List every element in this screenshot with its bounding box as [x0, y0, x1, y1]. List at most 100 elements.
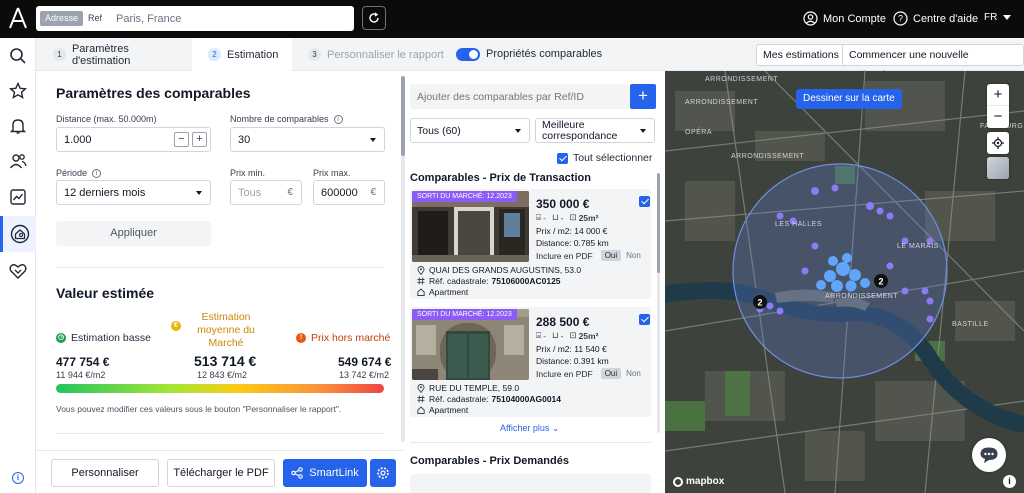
comparable-checkbox[interactable] — [639, 196, 650, 207]
sort-value: Meilleure correspondance — [542, 118, 618, 142]
map-area-label: LES HALLES — [775, 221, 823, 228]
locate-button[interactable] — [987, 132, 1009, 154]
chart-line-icon — [10, 189, 26, 205]
comparable-distance: Distance: 0.785 km — [536, 238, 609, 248]
home-estimation-icon — [10, 224, 29, 244]
comparable-price-sqm: Prix / m2: 14 000 € — [536, 226, 608, 236]
include-pdf-no[interactable]: Non — [626, 251, 641, 260]
comparable-features: ⌸ - ⊔ - ⊡ 25m² — [536, 212, 598, 223]
info-icon[interactable]: i — [92, 168, 102, 178]
sidebar-item-deals[interactable] — [6, 259, 30, 283]
handshake-icon — [9, 264, 27, 279]
select-all-checkbox[interactable] — [557, 152, 568, 164]
search-mode-ref[interactable]: Ref — [88, 11, 102, 26]
add-comparable-input[interactable] — [410, 84, 630, 109]
bed-icon: ⌸ — [536, 212, 542, 222]
include-pdf-yes[interactable]: Oui — [600, 368, 622, 379]
include-pdf: Inclure en PDF Oui Non — [536, 250, 641, 261]
distance-increment[interactable]: + — [192, 132, 207, 147]
filter-select[interactable]: Tous (60) — [410, 118, 530, 143]
comparables-toggle[interactable] — [456, 48, 480, 61]
address-input[interactable] — [116, 9, 346, 28]
sidebar-item-analytics[interactable] — [6, 185, 30, 209]
chevron-down-icon — [196, 191, 202, 195]
bath-icon: ⊔ — [551, 212, 559, 222]
map-info-icon[interactable]: i — [1003, 475, 1016, 488]
map-area-label: OPÉRA — [685, 129, 713, 136]
map-area-label: ARRONDISSEMENT — [731, 153, 805, 160]
step-number: 2 — [208, 48, 221, 61]
sidebar-item-search[interactable] — [6, 44, 30, 68]
property-photo: SORTI DU MARCHÉ: 12.2023 — [412, 191, 529, 262]
home-icon — [417, 406, 425, 414]
language-value: FR — [984, 12, 998, 23]
info-icon[interactable]: i — [333, 114, 343, 124]
chevron-down-icon — [1003, 15, 1012, 20]
apply-button[interactable]: Appliquer — [56, 221, 211, 246]
map-cluster-count[interactable]: 2 — [878, 277, 883, 287]
info-icon[interactable]: i — [12, 472, 24, 484]
price-min-field[interactable]: Tous € — [230, 180, 302, 205]
show-more-link[interactable]: Afficher plus ⌄ — [500, 423, 559, 434]
high-estimate-sqm: 13 742 €/m2 — [339, 370, 390, 380]
distance-field[interactable]: 1.000 − + — [56, 127, 211, 152]
download-pdf-button[interactable]: Télécharger le PDF — [167, 459, 275, 487]
sort-select[interactable]: Meilleure correspondance — [535, 118, 655, 143]
map-view[interactable]: 2 2 ARRONDISSEMENT ARRONDISSEMENT OPÉRA … — [665, 71, 1024, 493]
gear-icon — [377, 467, 389, 479]
share-icon — [291, 467, 303, 479]
map-area-label: ARRONDISSEMENT — [705, 76, 779, 83]
comparable-card[interactable]: SORTI DU MARCHÉ: 12.2023 350 000 € ⌸ - ⊔… — [410, 189, 651, 299]
app-logo[interactable] — [8, 7, 28, 29]
map-area-label: LE MARAIS — [897, 243, 939, 250]
sidebar-item-alerts[interactable] — [6, 114, 30, 138]
map-style-button[interactable] — [987, 157, 1009, 179]
price-max-field[interactable]: 600000 € — [313, 180, 385, 205]
comparables-count-label: Nombre de comparables i — [230, 114, 343, 124]
zoom-out-button[interactable]: − — [987, 106, 1009, 128]
refresh-button[interactable] — [362, 6, 386, 30]
price-max-value: 600000 — [321, 186, 358, 199]
bath-icon: ⊔ — [551, 330, 559, 340]
mid-estimate-sqm: 12 843 €/m2 — [197, 370, 248, 380]
smartlink-button[interactable]: SmartLink — [283, 459, 367, 487]
distance-value: 1.000 — [64, 133, 92, 146]
tab-customize-report[interactable]: 3 Personnaliser le rapport — [294, 38, 444, 71]
my-estimations-button[interactable]: Mes estimations — [756, 44, 846, 66]
price-min-label: Prix min. — [230, 168, 266, 178]
help-link[interactable]: ? Centre d'aide — [893, 11, 978, 26]
select-all[interactable]: Tout sélectionner — [557, 152, 652, 164]
comparables-params-title: Paramètres des comparables — [56, 85, 251, 101]
language-selector[interactable]: FR — [984, 12, 1012, 23]
search-mode-address[interactable]: Adresse — [40, 11, 84, 26]
comparables-count-select[interactable]: 30 — [230, 127, 385, 152]
comparable-address: RUE DU TEMPLE, 59.0 — [417, 383, 519, 393]
rooms-value: - — [543, 330, 546, 341]
map-cluster-count[interactable]: 2 — [757, 298, 762, 308]
new-estimation-button[interactable]: Commencer une nouvelle estimation — [842, 44, 1024, 81]
tab-estimation-parameters[interactable]: 1 Paramètres d'estimation — [36, 38, 190, 71]
steps-bar: 1 Paramètres d'estimation 2 Estimation 3… — [36, 38, 1024, 81]
customize-button[interactable]: Personnaliser — [51, 459, 159, 487]
account-link[interactable]: Mon Compte — [803, 11, 886, 26]
comparable-checkbox[interactable] — [639, 314, 650, 325]
chat-button[interactable] — [972, 438, 1006, 472]
sidebar-item-users[interactable] — [6, 149, 30, 173]
zoom-in-button[interactable]: + — [987, 84, 1009, 106]
distance-decrement[interactable]: − — [174, 132, 189, 147]
comparable-distance: Distance: 0.391 km — [536, 356, 609, 366]
add-comparable-button[interactable]: + — [630, 84, 656, 109]
comparables-scrollbar[interactable] — [657, 173, 660, 433]
sidebar-item-estimation[interactable] — [0, 216, 36, 252]
include-pdf-yes[interactable]: Oui — [600, 250, 622, 261]
comparable-card[interactable]: SORTI DU MARCHÉ: 12.2023 288 500 € ⌸ - ⊔… — [410, 307, 651, 417]
comparable-card[interactable] — [410, 474, 651, 493]
help-icon: ? — [893, 11, 908, 26]
period-select[interactable]: 12 derniers mois — [56, 180, 211, 205]
smartlink-settings-button[interactable] — [370, 459, 396, 487]
tab-estimation[interactable]: 2 Estimation — [192, 38, 292, 71]
address-search: Adresse Ref — [36, 6, 354, 31]
include-pdf-no[interactable]: Non — [626, 369, 641, 378]
draw-on-map-button[interactable]: Dessiner sur la carte — [796, 89, 902, 109]
sidebar-item-favorites[interactable] — [6, 79, 30, 103]
